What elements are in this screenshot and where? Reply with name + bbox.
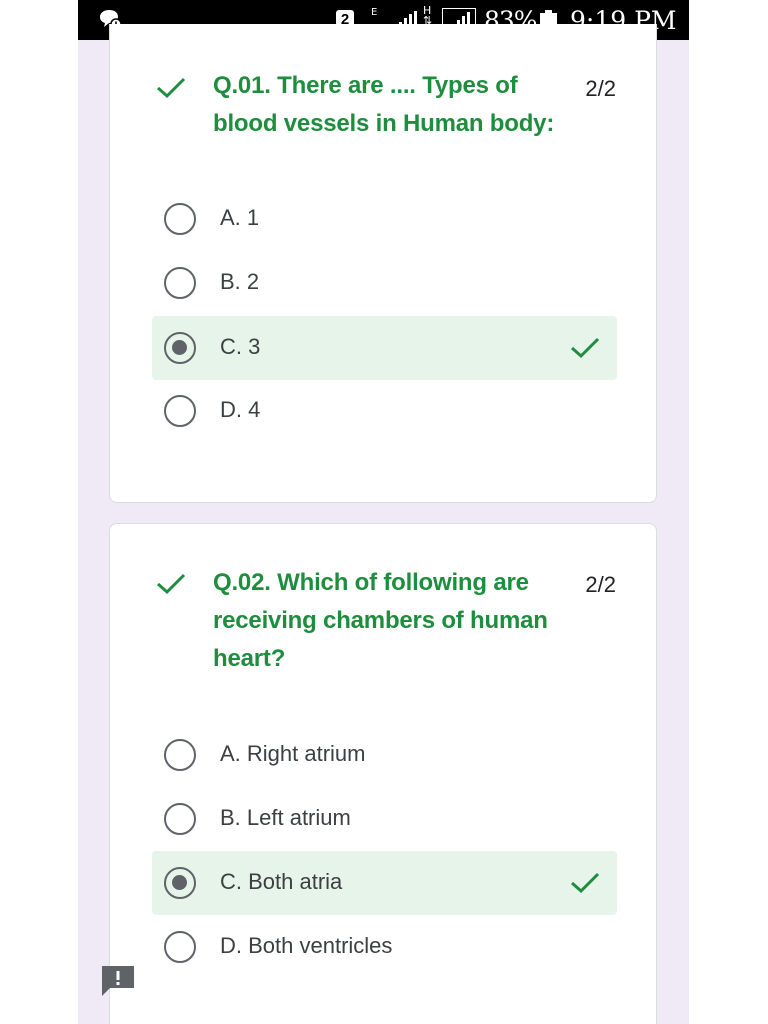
phone-screen: 2 E H ⇅ 83% 9:19 PM Q.01. There are ....… — [78, 0, 689, 1024]
option-label: D. 4 — [220, 397, 261, 422]
question-title: Q.02. Which of following are receiving c… — [213, 569, 548, 672]
option-a[interactable]: A. Right atrium — [152, 723, 617, 787]
option-label: D. Both ventricles — [220, 933, 393, 958]
option-label: C. Both atria — [220, 869, 343, 894]
question-title: Q.01. There are .... Types of blood vess… — [213, 72, 555, 137]
option-d[interactable]: D. Both ventricles — [152, 915, 617, 979]
radio-button[interactable] — [164, 395, 196, 427]
checkmark-icon — [571, 872, 600, 894]
radio-button-selected[interactable] — [164, 867, 196, 899]
option-d[interactable]: D. 4 — [152, 379, 617, 443]
option-b[interactable]: B. Left atrium — [152, 787, 617, 851]
report-feedback-icon[interactable] — [100, 964, 136, 998]
radio-button[interactable] — [164, 267, 196, 299]
checkmark-icon — [571, 337, 600, 359]
radio-button[interactable] — [164, 803, 196, 835]
option-c[interactable]: C. 3 — [152, 316, 617, 380]
radio-button[interactable] — [164, 931, 196, 963]
radio-button-selected[interactable] — [164, 332, 196, 364]
option-c[interactable]: C. Both atria — [152, 851, 617, 915]
option-label: B. 2 — [220, 269, 260, 294]
radio-button[interactable] — [164, 203, 196, 235]
question-card-1: Q.01. There are .... Types of blood vess… — [109, 24, 657, 503]
option-b[interactable]: B. 2 — [152, 251, 617, 315]
question-score: 2/2 — [585, 76, 616, 101]
option-label: B. Left atrium — [220, 805, 351, 830]
network-type-e: E — [371, 7, 378, 18]
question-card-2: Q.02. Which of following are receiving c… — [109, 523, 657, 1024]
checkmark-icon — [157, 573, 186, 595]
question-score: 2/2 — [585, 572, 616, 597]
checkmark-icon — [157, 77, 186, 99]
option-label: A. Right atrium — [220, 741, 366, 766]
option-label: A. 1 — [220, 205, 260, 230]
option-a[interactable]: A. 1 — [152, 187, 617, 251]
radio-button[interactable] — [164, 739, 196, 771]
option-label: C. 3 — [220, 334, 261, 359]
network-type-h: H ⇅ — [423, 5, 432, 26]
